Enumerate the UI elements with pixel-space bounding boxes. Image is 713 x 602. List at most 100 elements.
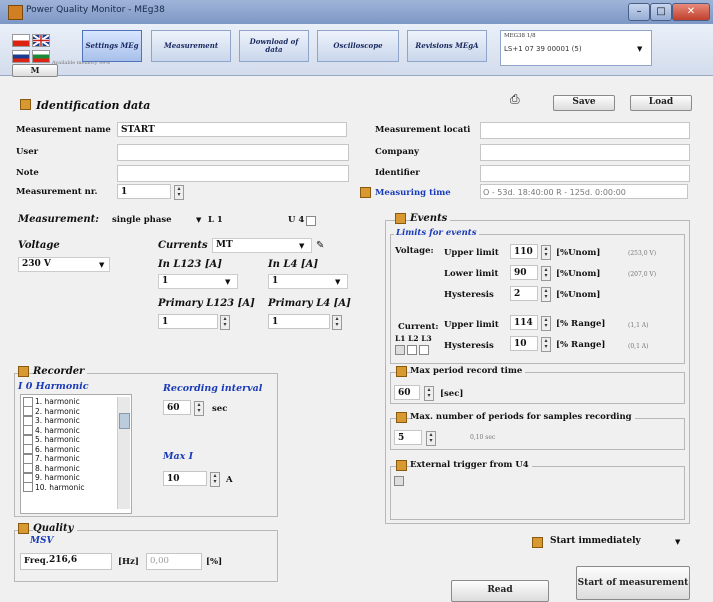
voltage-hysteresis-input[interactable]: 2	[510, 286, 538, 301]
flag-cz-icon[interactable]	[12, 34, 30, 47]
harmonic-label: 7. harmonic	[35, 454, 80, 463]
location-input[interactable]	[480, 122, 690, 139]
recording-interval-spinner[interactable]: ▴ ▾	[194, 401, 204, 416]
note-input[interactable]	[117, 165, 349, 182]
harmonic-checkbox[interactable]	[23, 406, 33, 417]
u4-checkbox[interactable]	[306, 216, 316, 226]
measurement-nr-spinner[interactable]: ▴ ▾	[174, 185, 184, 200]
in-l123-select[interactable]: 1 ▼	[158, 274, 238, 289]
pct-field[interactable]: 0,00	[146, 553, 202, 570]
voltage-select[interactable]: 230 V ▼	[18, 257, 110, 272]
chevron-down-icon: ▼	[637, 45, 643, 53]
close-button[interactable]: ✕	[672, 3, 710, 21]
tab-settings-meg[interactable]: Settings MEg	[82, 30, 142, 62]
harmonic-checkbox[interactable]	[23, 482, 33, 493]
save-button[interactable]: Save	[553, 95, 615, 111]
max-i-label: Max I	[163, 451, 194, 462]
list-item[interactable]: 1. harmonic	[23, 396, 131, 407]
freq-field[interactable]: Freq. 216,6	[20, 553, 112, 570]
flag-gb-icon[interactable]	[32, 34, 50, 47]
list-item[interactable]: 6. harmonic	[23, 444, 131, 455]
load-button[interactable]: Load	[630, 95, 692, 111]
harmonic-checkbox[interactable]	[23, 396, 33, 407]
list-item[interactable]: 8. harmonic	[23, 463, 131, 474]
max-periods-input[interactable]: 5	[394, 430, 422, 445]
max-period-spinner[interactable]: ▴ ▾	[424, 386, 434, 401]
l3-checkbox[interactable]	[419, 345, 429, 355]
tab-revisions[interactable]: Revisions MEgA	[407, 30, 487, 62]
max-period-input[interactable]: 60	[394, 385, 420, 400]
primary-l123-spinner[interactable]: ▴ ▾	[220, 315, 230, 330]
current-upper-input[interactable]: 114	[510, 315, 538, 330]
maximize-button[interactable]: □	[650, 3, 672, 21]
harmonic-checkbox[interactable]	[23, 463, 33, 474]
currents-select[interactable]: MT ▼	[212, 238, 312, 253]
voltage-hysteresis-spinner[interactable]: ▴ ▾	[541, 287, 551, 302]
harmonic-list[interactable]: 1. harmonic 2. harmonic 3. harmonic 4. harm…	[20, 394, 132, 514]
list-item[interactable]: 4. harmonic	[23, 425, 131, 436]
device-value: LS+1 07 39 00001 (5)	[504, 45, 582, 53]
list-item[interactable]: 2. harmonic	[23, 406, 131, 417]
identifier-input[interactable]	[480, 165, 690, 182]
pin-icon[interactable]: ✎	[316, 240, 324, 251]
harmonic-label: 5. harmonic	[35, 435, 80, 444]
user-input[interactable]	[117, 144, 349, 161]
flag-sk-icon[interactable]	[12, 50, 30, 63]
scroll-thumb[interactable]	[119, 413, 130, 429]
harmonic-checkbox[interactable]	[23, 434, 33, 445]
harmonic-checkbox[interactable]	[23, 415, 33, 426]
current-hysteresis-spinner[interactable]: ▴ ▾	[541, 337, 551, 352]
max-i-spinner[interactable]: ▴ ▾	[210, 472, 220, 487]
voltage-chevron-icon: ▼	[99, 260, 105, 269]
max-periods-spinner[interactable]: ▴ ▾	[426, 431, 436, 446]
measurement-name-label: Measurement name	[16, 125, 111, 135]
read-button[interactable]: Read	[451, 580, 549, 602]
mode-chevron-icon[interactable]: ▼	[196, 216, 201, 224]
measuring-time-label[interactable]: Measuring time	[375, 188, 451, 198]
ext-trigger-checkbox[interactable]	[394, 476, 404, 486]
harmonic-label: 9. harmonic	[35, 473, 80, 482]
tab-oscilloscope[interactable]: Oscilloscope	[317, 30, 399, 62]
list-item[interactable]: 7. harmonic	[23, 453, 131, 464]
list-item[interactable]: 9. harmonic	[23, 472, 131, 483]
l1-checkbox[interactable]	[395, 345, 405, 355]
tab-measurement[interactable]: Measurement	[151, 30, 231, 62]
list-item[interactable]: 3. harmonic	[23, 415, 131, 426]
max-i-input[interactable]: 10	[163, 471, 207, 486]
voltage-upper-spinner[interactable]: ▴ ▾	[541, 245, 551, 260]
harmonic-checkbox[interactable]	[23, 444, 33, 455]
current-hysteresis-input[interactable]: 10	[510, 336, 538, 351]
id-group-icon	[20, 99, 31, 110]
voltage-upper-input[interactable]: 110	[510, 244, 538, 259]
l2-checkbox[interactable]	[407, 345, 417, 355]
flag-bg-icon[interactable]	[32, 50, 50, 63]
harmonic-list-items: 1. harmonic 2. harmonic 3. harmonic 4. harm…	[21, 395, 131, 493]
m-button[interactable]: M	[12, 64, 58, 77]
freq-value: 216,6	[49, 555, 78, 565]
measurement-mode[interactable]: single phase	[112, 215, 172, 225]
voltage-lower-spinner[interactable]: ▴ ▾	[541, 266, 551, 281]
harmonic-scrollbar[interactable]	[117, 397, 130, 509]
harmonic-checkbox[interactable]	[23, 425, 33, 436]
harmonic-checkbox[interactable]	[23, 453, 33, 464]
company-input[interactable]	[480, 144, 690, 161]
start-mode-select[interactable]: Start immediately ▼	[546, 534, 686, 549]
primary-l4-spinner[interactable]: ▴ ▾	[332, 315, 342, 330]
max-periods-note: 0,10 sec	[470, 434, 496, 441]
primary-l4-input[interactable]: 1	[268, 314, 330, 329]
harmonic-checkbox[interactable]	[23, 472, 33, 483]
preview-icon[interactable]: ⎙	[510, 92, 524, 106]
start-measurement-button[interactable]: Start of measurement	[576, 566, 690, 600]
measurement-name-input[interactable]: START	[117, 122, 347, 137]
primary-l123-input[interactable]: 1	[158, 314, 218, 329]
in-l4-select[interactable]: 1 ▼	[268, 274, 348, 289]
voltage-lower-input[interactable]: 90	[510, 265, 538, 280]
list-item[interactable]: 10. harmonic	[23, 482, 131, 493]
tab-download-of-data[interactable]: Download of data	[239, 30, 309, 62]
measurement-nr-input[interactable]: 1	[117, 184, 171, 199]
minimize-button[interactable]: –	[628, 3, 650, 21]
list-item[interactable]: 5. harmonic	[23, 434, 131, 445]
current-upper-spinner[interactable]: ▴ ▾	[541, 316, 551, 331]
recording-interval-input[interactable]: 60	[163, 400, 191, 415]
device-selector[interactable]: MEG38 1/8 LS+1 07 39 00001 (5) ▼	[500, 30, 652, 66]
